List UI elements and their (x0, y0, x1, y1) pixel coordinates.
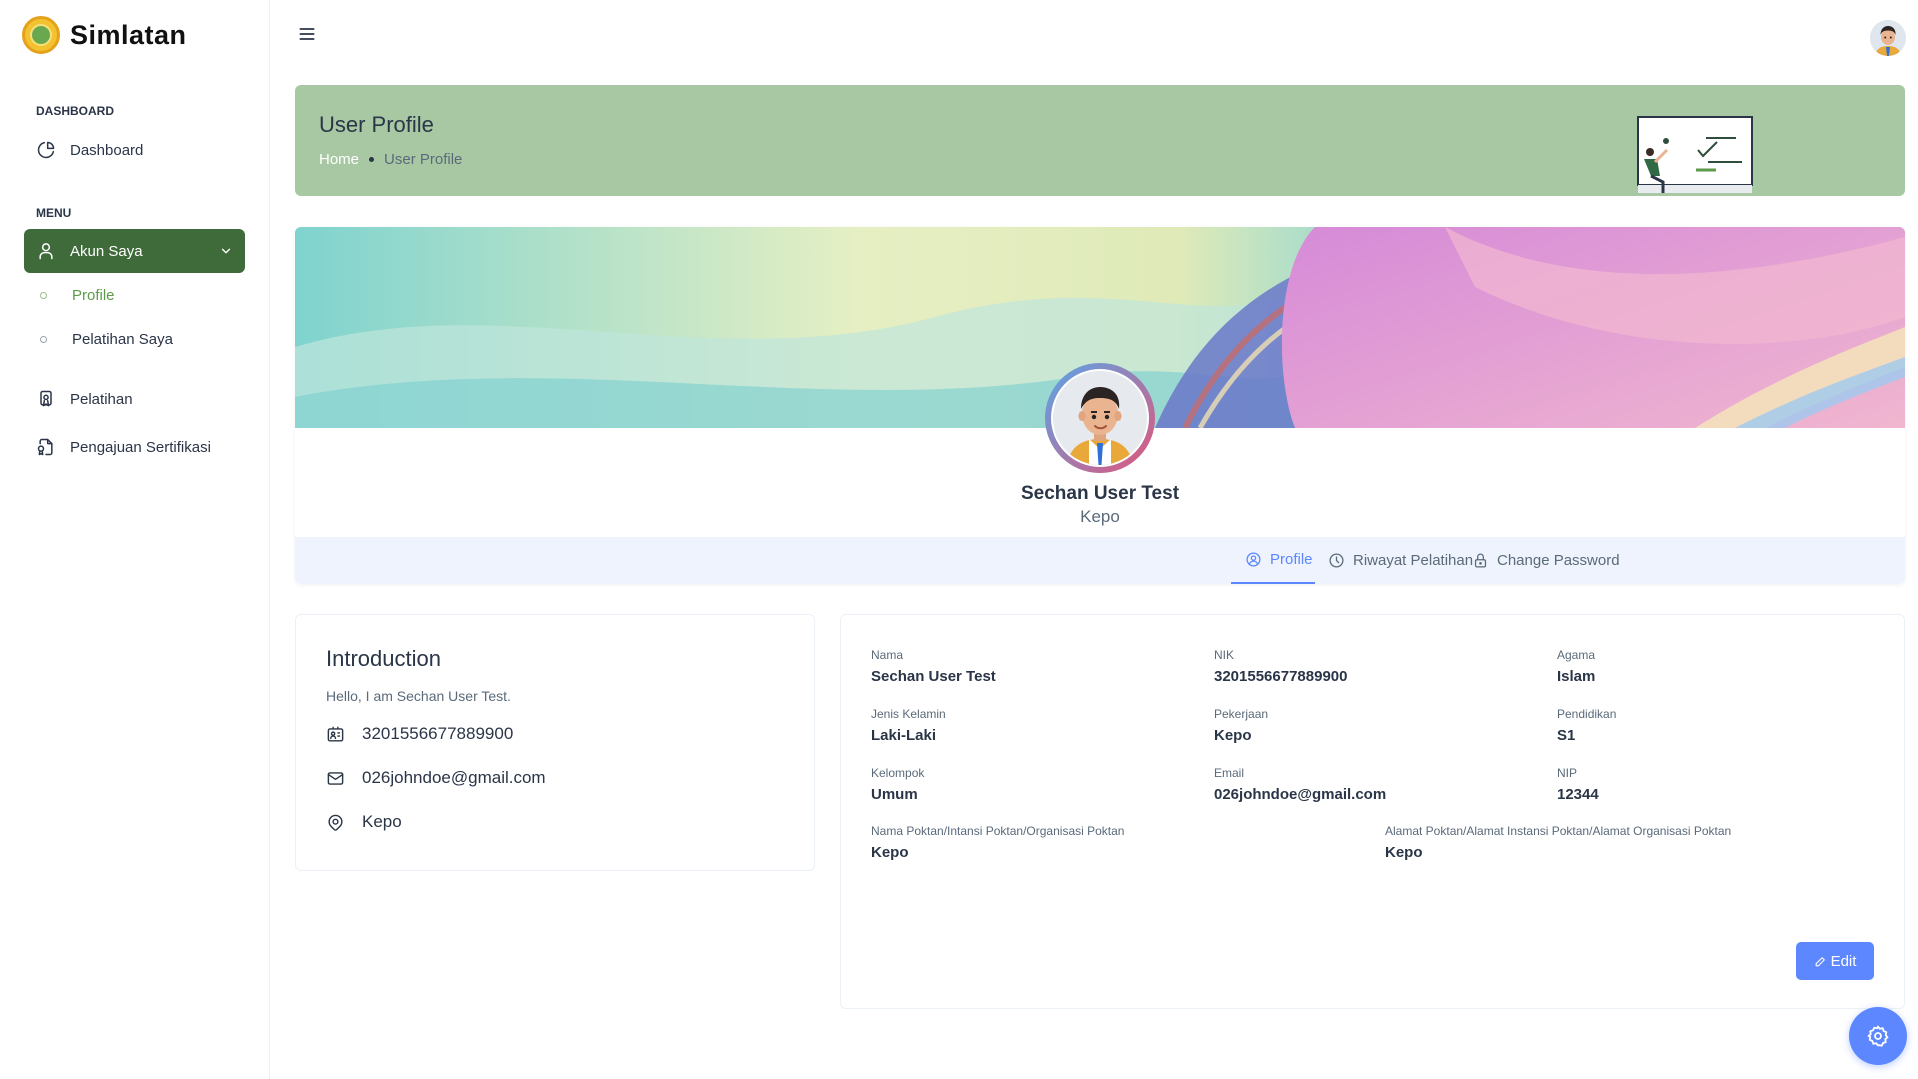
introduction-card: Introduction Hello, I am Sechan User Tes… (295, 614, 815, 871)
brand-logo-icon (22, 16, 60, 54)
menu-toggle-icon[interactable] (297, 24, 317, 44)
field-value: Kepo (1214, 727, 1252, 744)
breadcrumb-home[interactable]: Home (319, 151, 359, 168)
lock-icon (1474, 553, 1487, 568)
brand-name: Simlatan (70, 19, 187, 50)
tab-change-password[interactable]: Change Password (1472, 537, 1620, 584)
gear-icon (1867, 1025, 1889, 1047)
field-value: 3201556677889900 (1214, 668, 1348, 685)
intro-email: 026johndoe@gmail.com (362, 768, 546, 787)
tab-label: Change Password (1497, 552, 1620, 569)
sidebar-item-pengajuan-sertifikasi[interactable]: Pengajuan Sertifikasi (24, 425, 245, 469)
breadcrumb-current: User Profile (384, 151, 463, 168)
sidebar-subitem-pelatihan-saya[interactable]: Pelatihan Saya (40, 331, 173, 348)
field-label: NIK (1214, 648, 1235, 662)
bullet-icon (40, 336, 47, 343)
sidebar-subitem-label: Pelatihan Saya (72, 331, 173, 348)
settings-button[interactable] (1849, 1007, 1907, 1065)
field-label: Agama (1557, 648, 1596, 662)
field-label: Kelompok (871, 766, 925, 780)
bullet-icon (40, 292, 47, 299)
field-nama-poktan: Nama Poktan/Intansi Poktan/Organisasi Po… (871, 824, 1124, 861)
intro-location: Kepo (362, 812, 402, 831)
field-jenis-kelamin: Jenis Kelamin Laki-Laki (871, 707, 946, 744)
field-value: Kepo (871, 844, 909, 861)
profile-details-card: Nama Sechan User Test NIK 32015566778899… (840, 614, 1905, 1009)
presentation-illustration (1637, 116, 1753, 193)
sidebar: Simlatan DASHBOARD Dashboard MENU Akun S… (0, 0, 270, 1079)
field-value: Umum (871, 786, 918, 803)
brand[interactable]: Simlatan (22, 16, 187, 54)
pie-chart-icon (37, 141, 55, 159)
field-label: NIP (1557, 766, 1578, 780)
sidebar-item-label: Dashboard (70, 141, 144, 159)
intro-location-row: Kepo (326, 812, 402, 832)
intro-email-row: 026johndoe@gmail.com (326, 768, 546, 788)
field-pekerjaan: Pekerjaan Kepo (1214, 707, 1268, 744)
sidebar-subitem-profile[interactable]: Profile (40, 287, 115, 304)
sidebar-item-pelatihan[interactable]: Pelatihan (24, 377, 245, 421)
field-pendidikan: Pendidikan S1 (1557, 707, 1616, 744)
intro-nik-row: 3201556677889900 (326, 724, 513, 744)
tab-label: Riwayat Pelatihan (1353, 552, 1474, 569)
field-email: Email 026johndoe@gmail.com (1214, 766, 1386, 803)
nav-caption-menu: MENU (36, 206, 72, 220)
field-nip: NIP 12344 (1557, 766, 1599, 803)
breadcrumb-separator-icon (369, 157, 375, 162)
field-value: Kepo (1385, 844, 1423, 861)
introduction-text: Hello, I am Sechan User Test. (326, 688, 511, 704)
field-label: Nama Poktan/Intansi Poktan/Organisasi Po… (871, 824, 1125, 838)
field-value: Sechan User Test (871, 668, 996, 685)
field-value: Islam (1557, 668, 1596, 685)
field-kelompok: Kelompok Umum (871, 766, 924, 803)
certificate-icon (40, 390, 52, 407)
user-avatar[interactable] (1870, 20, 1906, 56)
profile-card: Sechan User Test Kepo Profile Riwayat Pe… (295, 227, 1905, 584)
user-icon (39, 243, 53, 260)
field-alamat-poktan: Alamat Poktan/Alamat Instansi Poktan/Ala… (1385, 824, 1731, 861)
page-title: User Profile (319, 112, 434, 137)
field-label: Alamat Poktan/Alamat Instansi Poktan/Ala… (1385, 824, 1732, 838)
user-circle-icon (1246, 552, 1261, 567)
tab-profile[interactable]: Profile (1231, 537, 1315, 584)
profile-name: Sechan User Test (1020, 483, 1180, 504)
profile-avatar (1045, 363, 1155, 473)
map-pin-icon (328, 814, 343, 831)
field-label: Jenis Kelamin (871, 707, 946, 721)
id-card-icon (327, 726, 344, 742)
field-label: Nama (871, 648, 904, 662)
mail-icon (327, 771, 344, 785)
field-nama: Nama Sechan User Test (871, 648, 996, 685)
chevron-down-icon (221, 248, 231, 254)
file-certificate-icon (37, 438, 53, 456)
profile-role: Kepo (1080, 507, 1120, 526)
field-value: S1 (1557, 727, 1576, 744)
field-label: Pendidikan (1557, 707, 1617, 721)
pencil-icon (1815, 956, 1825, 966)
sidebar-item-label: Pengajuan Sertifikasi (70, 438, 211, 456)
field-value: 12344 (1557, 786, 1599, 803)
field-agama: Agama Islam (1557, 648, 1595, 685)
sidebar-item-label: Pelatihan (70, 390, 133, 408)
field-label: Email (1214, 766, 1245, 780)
sidebar-item-dashboard[interactable]: Dashboard (24, 128, 245, 172)
edit-button[interactable]: Edit (1796, 942, 1874, 980)
sidebar-item-label: Akun Saya (70, 242, 143, 260)
edit-button-label: Edit (1830, 952, 1857, 970)
nav-caption-dashboard: DASHBOARD (36, 104, 114, 118)
breadcrumb: Home User Profile (319, 151, 462, 168)
sidebar-item-akun-saya[interactable]: Akun Saya (24, 229, 245, 273)
introduction-title: Introduction (326, 646, 441, 671)
sidebar-subitem-label: Profile (72, 287, 115, 304)
page-header: User Profile Home User Profile (295, 85, 1905, 196)
tab-label: Profile (1270, 551, 1313, 568)
field-value: 026johndoe@gmail.com (1214, 786, 1387, 803)
profile-tabs: Profile Riwayat Pelatihan Change Passwor… (295, 537, 1905, 584)
tab-riwayat-pelatihan[interactable]: Riwayat Pelatihan (1328, 537, 1473, 584)
field-label: Pekerjaan (1214, 707, 1269, 721)
field-nik: NIK 3201556677889900 (1214, 648, 1347, 685)
intro-nik: 3201556677889900 (362, 724, 514, 743)
field-value: Laki-Laki (871, 727, 937, 744)
clock-icon (1329, 553, 1344, 568)
